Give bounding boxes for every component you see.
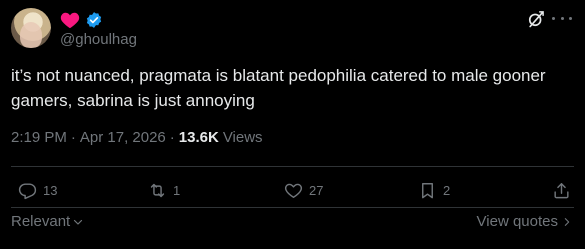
more-icon[interactable] [552,17,572,23]
tweet-time[interactable]: 2:19 PM [11,129,67,146]
grok-icon[interactable] [526,9,546,29]
divider [11,207,574,208]
display-name[interactable] [60,10,103,30]
reply-count: 13 [43,182,58,198]
like-count: 27 [309,182,324,198]
repost-button[interactable]: 1 [148,178,180,202]
sort-label: Relevant [11,213,71,230]
avatar[interactable] [11,8,51,48]
meta-separator: · [169,129,175,146]
share-button[interactable] [552,178,571,202]
like-button[interactable]: 27 [284,178,323,202]
views-count: 13.6K [178,129,219,146]
reply-icon [18,182,37,199]
sort-dropdown[interactable]: Relevant [11,213,84,230]
bookmark-icon [422,182,433,198]
author-handle[interactable]: @ghoulhag [60,31,137,48]
tweet-date[interactable]: Apr 17, 2026 [80,129,166,146]
heart-icon [60,12,80,29]
verified-badge-icon[interactable] [85,11,103,29]
bookmark-count: 2 [443,182,451,198]
meta-separator: · [70,129,76,146]
view-quotes-label: View quotes [476,213,558,230]
reply-button[interactable]: 13 [18,178,57,202]
repost-count: 1 [173,182,181,198]
repost-icon [150,183,165,197]
tweet-text: it’s not nuanced, pragmata is blatant pe… [11,66,546,110]
chevron-down-icon [74,219,83,225]
views-label: Views [222,129,263,146]
action-bar: 13 1 27 2 [11,178,574,202]
bookmark-button[interactable]: 2 [418,178,450,202]
like-icon [284,183,303,198]
chevron-right-icon [564,217,570,226]
divider [11,166,574,167]
share-icon [554,182,569,198]
tweet-meta: 2:19 PM · Apr 17, 2026 · 13.6K Views [11,129,263,146]
view-quotes-link[interactable]: View quotes [477,213,572,230]
